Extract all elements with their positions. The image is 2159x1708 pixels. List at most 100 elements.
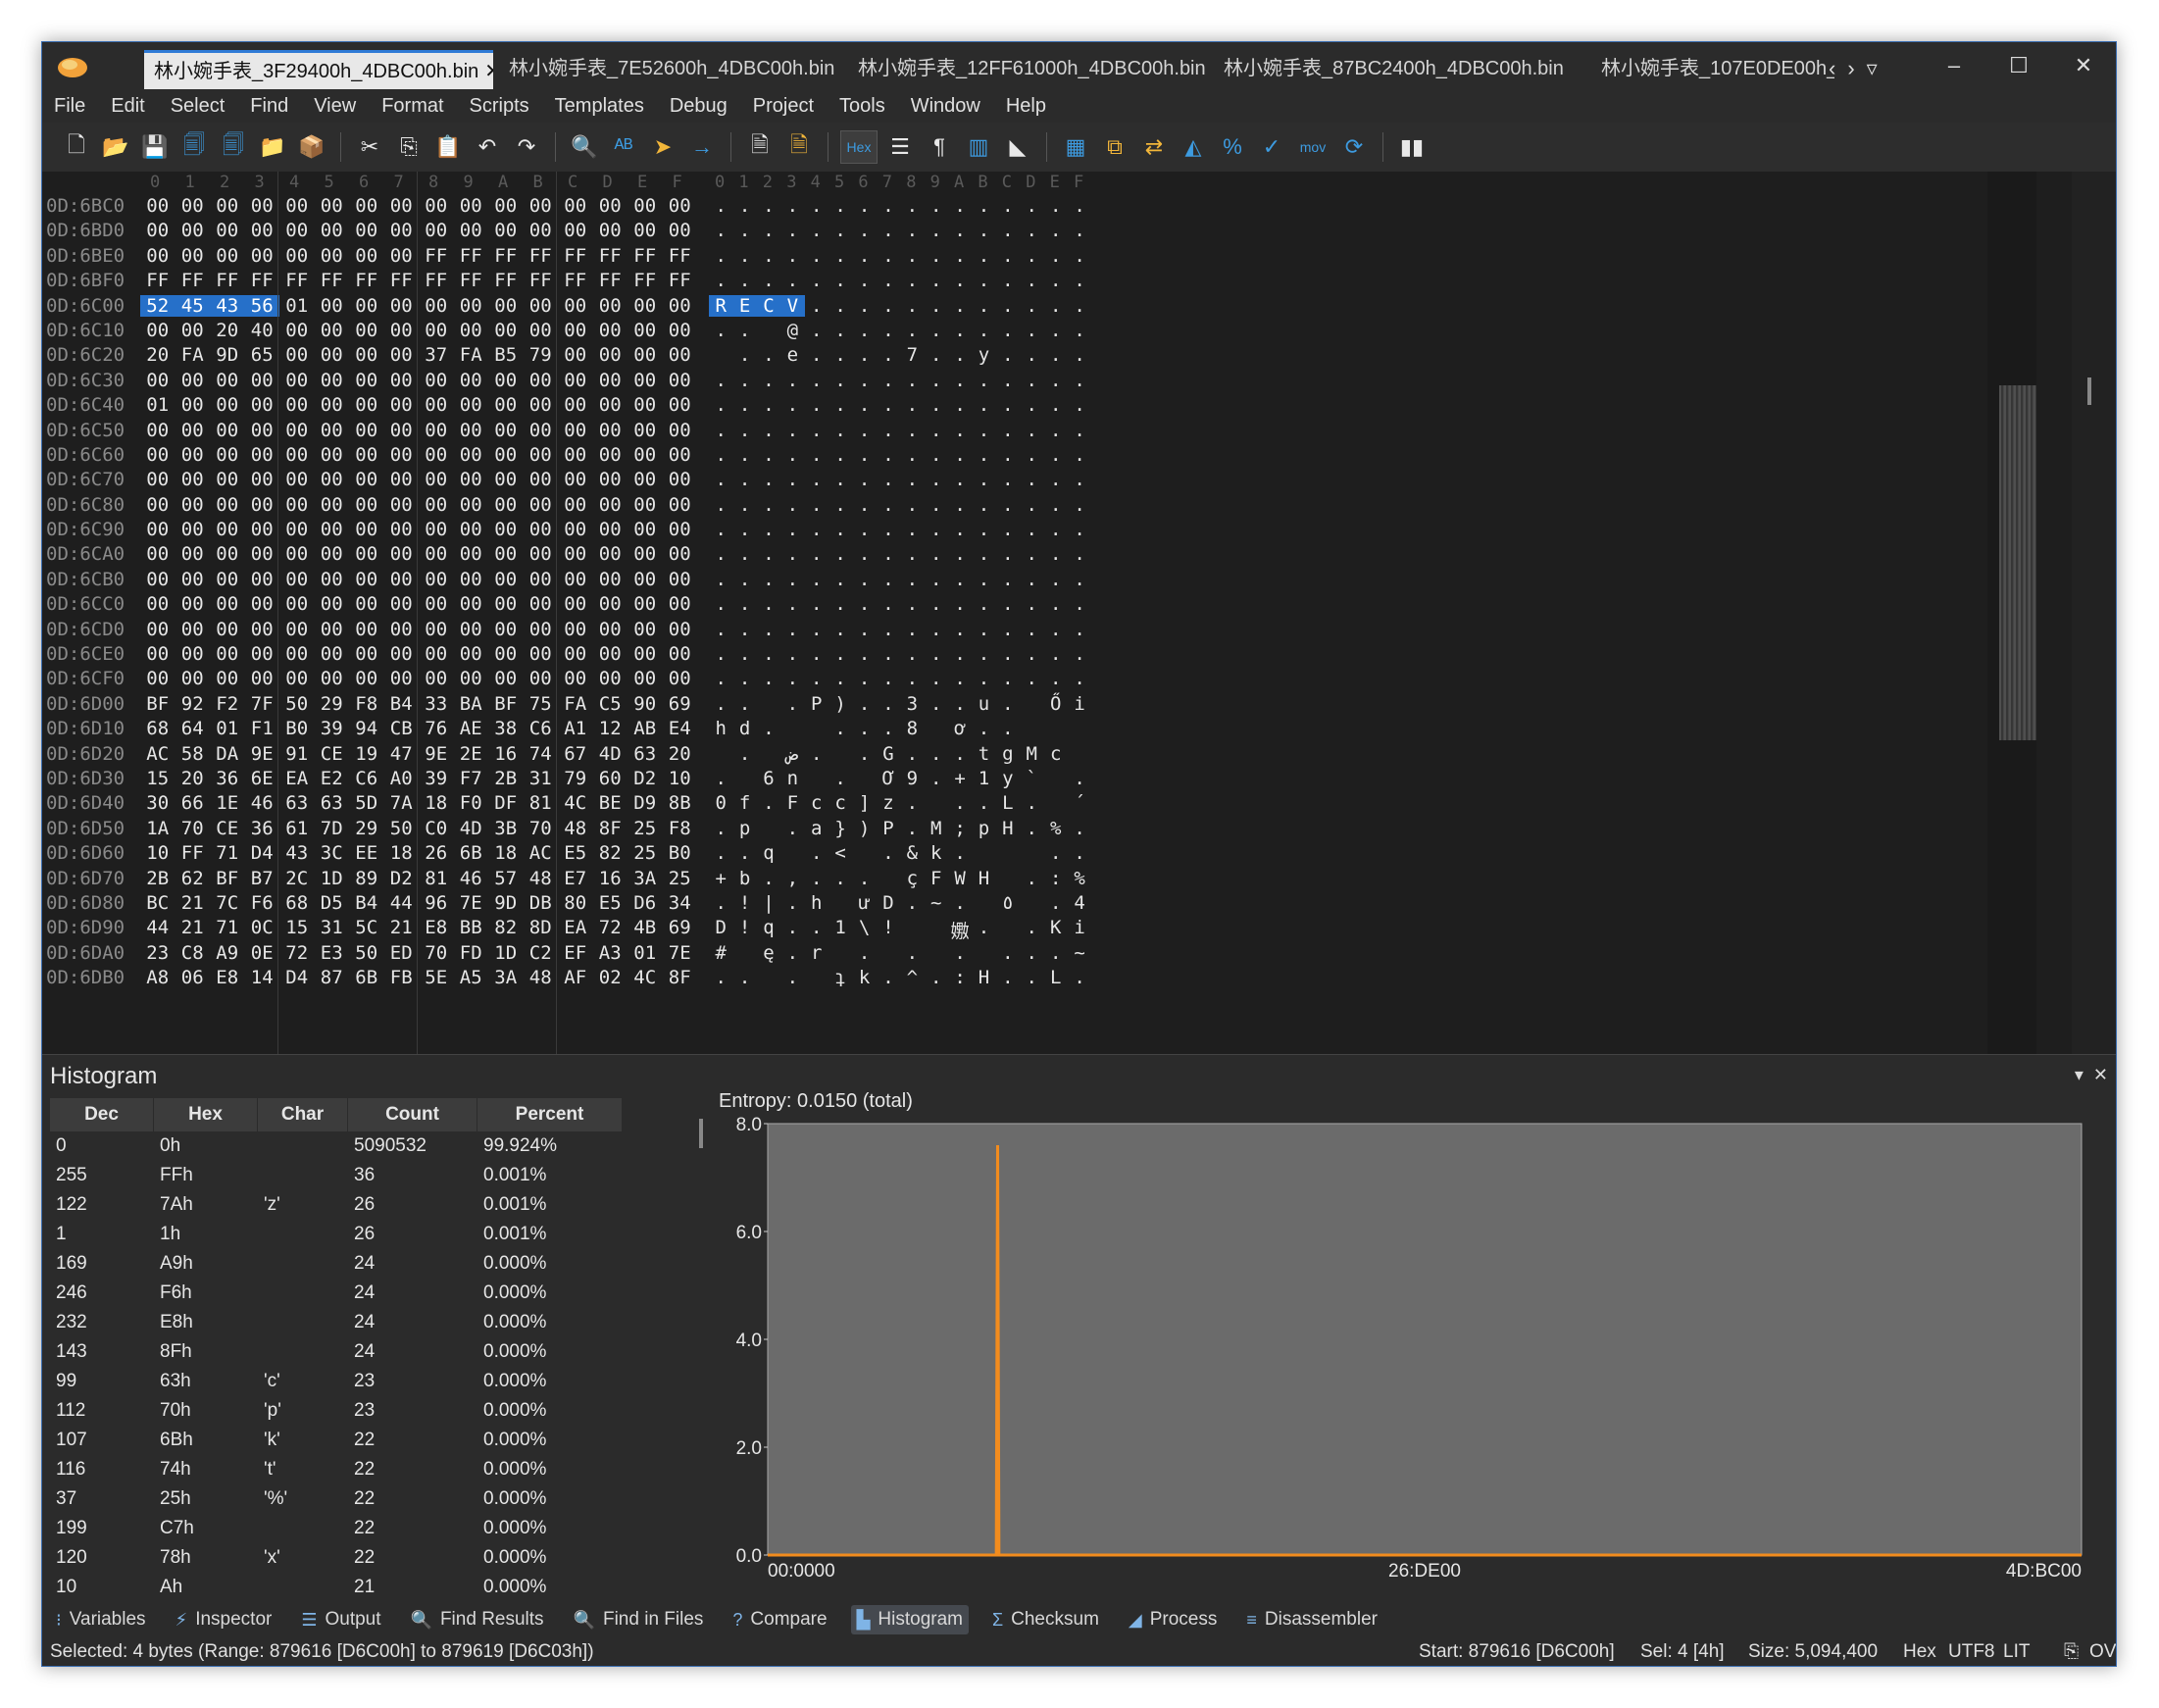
ascii-char[interactable]: . (1068, 619, 1091, 640)
ascii-char[interactable]: . (972, 220, 995, 241)
hex-byte[interactable]: 00 (176, 494, 211, 516)
file-tab-active[interactable]: 林小婉手表_3F29400h_4DBC00h.bin✕ (144, 50, 493, 89)
row-bytes[interactable]: BC 21 7C F6 68 D5 B4 44 96 7E 9D DB 80 E5 D6 34 (140, 892, 697, 914)
hex-byte[interactable]: 00 (663, 320, 698, 341)
ascii-char[interactable]: . (948, 370, 972, 391)
hex-byte[interactable]: 00 (524, 469, 559, 490)
hex-byte[interactable]: 10 (663, 768, 698, 789)
ascii-char[interactable]: . (877, 295, 900, 317)
hex-byte[interactable]: 37 (419, 344, 454, 366)
hex-byte[interactable]: FA (176, 344, 211, 366)
hex-byte[interactable]: 00 (419, 593, 454, 615)
hex-byte[interactable]: 00 (628, 519, 663, 540)
hex-byte[interactable]: 61 (279, 818, 315, 839)
ascii-char[interactable]: p (732, 818, 756, 839)
paste-icon[interactable]: 📋 (431, 130, 465, 164)
hex-byte[interactable]: B4 (384, 693, 420, 715)
ascii-char[interactable]: . (1020, 868, 1043, 889)
row-ascii[interactable]: + b.,... çFWH .:% (709, 868, 1091, 889)
ascii-char[interactable]: . (828, 370, 852, 391)
hex-byte[interactable]: 00 (210, 593, 245, 615)
ascii-char[interactable]: . (852, 743, 876, 765)
ascii-char[interactable]: . (852, 444, 876, 466)
hex-byte[interactable]: EE (349, 842, 384, 864)
row-bytes[interactable]: 00 00 00 00 00 00 00 00 00 00 00 00 00 00 00 00 (140, 569, 697, 590)
hex-byte[interactable]: C5 (593, 693, 628, 715)
hex-byte[interactable]: 00 (245, 619, 280, 640)
ascii-char[interactable]: . (757, 494, 780, 516)
hex-byte[interactable]: 40 (245, 320, 280, 341)
save-all-icon[interactable]: 🗐 (217, 130, 250, 164)
ascii-char[interactable] (1043, 768, 1067, 789)
hex-byte[interactable]: 00 (454, 494, 489, 516)
hex-byte[interactable]: 00 (349, 220, 384, 241)
hex-byte[interactable]: 00 (384, 195, 420, 217)
ascii-char[interactable]: . (732, 394, 756, 416)
hex-byte[interactable]: 00 (524, 444, 559, 466)
hex-byte[interactable]: 48 (558, 818, 593, 839)
ascii-char[interactable] (828, 942, 852, 964)
ascii-char[interactable] (828, 743, 852, 765)
ascii-char[interactable]: . (852, 420, 876, 441)
hex-byte[interactable]: 00 (593, 444, 628, 466)
ascii-char[interactable]: . (1020, 494, 1043, 516)
hex-byte[interactable]: 00 (315, 619, 350, 640)
ascii-char[interactable]: . (1043, 643, 1067, 665)
col-count[interactable]: Count (348, 1098, 477, 1131)
ascii-char[interactable]: . (925, 444, 948, 466)
hex-byte[interactable]: 00 (210, 643, 245, 665)
hex-byte[interactable]: 00 (454, 220, 489, 241)
row-bytes[interactable]: 00 00 00 00 00 00 00 00 00 00 00 00 00 00 00 00 (140, 619, 697, 640)
ascii-char[interactable]: k (852, 967, 876, 988)
ascii-char[interactable]: . (900, 892, 924, 914)
calculator-icon[interactable]: ▦ (1059, 130, 1092, 164)
hex-byte[interactable]: 00 (349, 619, 384, 640)
ascii-char[interactable]: . (757, 394, 780, 416)
maximize-icon[interactable]: ☐ (1986, 42, 2051, 89)
ascii-char[interactable]: . (948, 394, 972, 416)
chevron-right-icon[interactable]: › (1847, 50, 1854, 89)
hex-byte[interactable]: 18 (488, 842, 524, 864)
hex-byte[interactable]: FF (419, 245, 454, 267)
ascii-char[interactable]: & (900, 842, 924, 864)
hex-byte[interactable]: F8 (663, 818, 698, 839)
hex-byte[interactable]: 00 (524, 494, 559, 516)
ascii-char[interactable] (780, 718, 804, 739)
ascii-char[interactable]: . (925, 743, 948, 765)
hex-byte[interactable]: 00 (349, 569, 384, 590)
hex-byte[interactable]: 9E (419, 743, 454, 765)
ascii-char[interactable]: y (972, 344, 995, 366)
disassembler-tool-button[interactable]: mov (1294, 130, 1331, 164)
hex-byte[interactable]: FA (558, 693, 593, 715)
hex-byte[interactable]: D4 (279, 967, 315, 988)
ascii-char[interactable] (757, 320, 780, 341)
hex-byte[interactable]: 00 (384, 320, 420, 341)
ascii-char[interactable]: . (805, 220, 828, 241)
text-mode-icon[interactable]: ☰ (883, 130, 917, 164)
ascii-char[interactable]: V (780, 294, 805, 317)
ascii-char[interactable]: . (877, 693, 900, 715)
ascii-char[interactable]: . (852, 320, 876, 341)
ascii-char[interactable]: . (1043, 469, 1067, 490)
ascii-char[interactable]: . (948, 619, 972, 640)
hex-byte[interactable]: 1A (140, 818, 176, 839)
hex-byte[interactable]: 00 (384, 420, 420, 441)
hex-byte[interactable]: BF (488, 693, 524, 715)
hex-byte[interactable]: EA (279, 768, 315, 789)
ascii-char[interactable]: . (996, 270, 1020, 291)
ascii-char[interactable]: . (828, 718, 852, 739)
histogram-tool-icon[interactable]: ◭ (1177, 130, 1210, 164)
ascii-char[interactable] (852, 768, 876, 789)
hex-byte[interactable]: 25 (663, 868, 698, 889)
hex-byte[interactable]: 00 (349, 593, 384, 615)
hex-byte[interactable]: EA (558, 917, 593, 938)
tab-list-dropdown-icon[interactable]: ▿ (1867, 50, 1878, 89)
ascii-char[interactable]: . (805, 593, 828, 615)
ascii-char[interactable]: . (900, 420, 924, 441)
hex-byte[interactable]: 00 (558, 494, 593, 516)
hex-byte[interactable]: 00 (140, 593, 176, 615)
ascii-char[interactable] (1020, 693, 1043, 715)
ascii-char[interactable]: . (732, 494, 756, 516)
ascii-char[interactable]: 4 (1068, 892, 1091, 914)
ascii-char[interactable]: . (900, 394, 924, 416)
